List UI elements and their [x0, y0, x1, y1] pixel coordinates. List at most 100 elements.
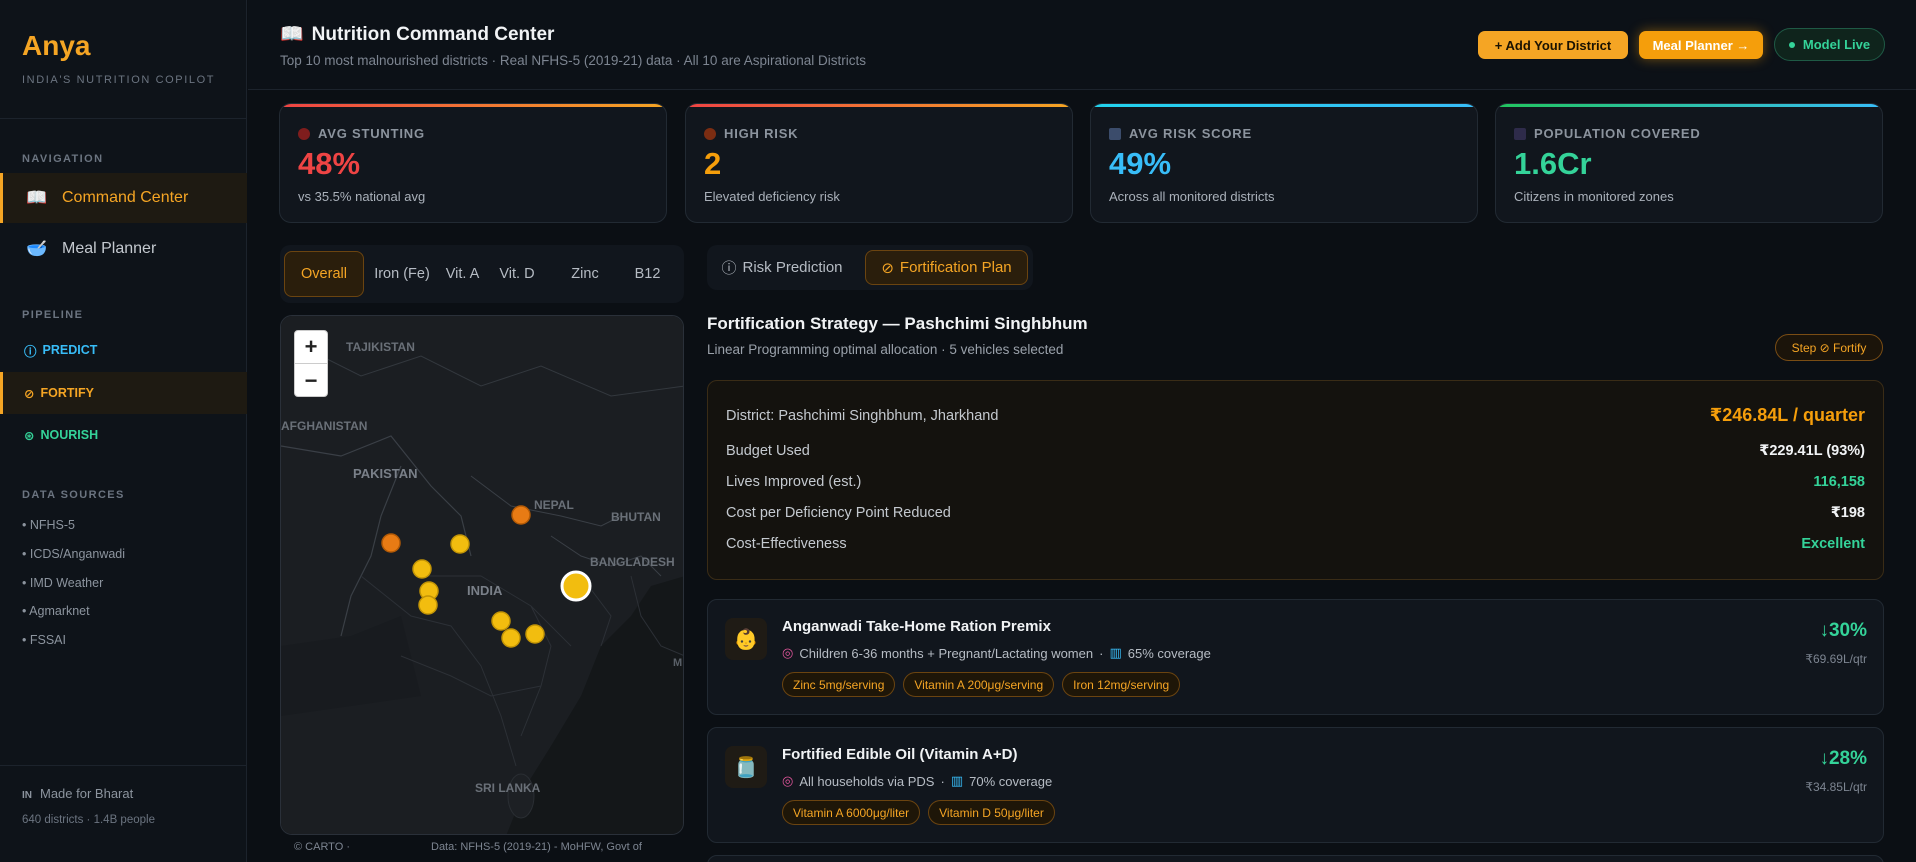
district-marker[interactable] [511, 505, 531, 525]
coverage-stats: 640 districts · 1.4B people [22, 814, 155, 826]
add-district-button[interactable]: + Add Your District [1478, 31, 1628, 59]
summary-key: Cost per Deficiency Point Reduced [726, 505, 951, 521]
stat-caption: vs 35.5% national avg [298, 189, 426, 204]
info-icon: ⓘ [721, 260, 737, 277]
bowl-icon: 🥣 [26, 239, 48, 258]
nutrient-tag: Vitamin A 200μg/serving [903, 672, 1055, 697]
india-flag-icon: IN [22, 790, 32, 801]
pipeline-section-title: PIPELINE [22, 309, 84, 321]
vehicle-target: All households via PDS [799, 773, 935, 789]
district-marker[interactable] [418, 595, 438, 615]
summary-key: Budget Used [726, 443, 810, 459]
summary-row: Cost per Deficiency Point Reduced ₹198 [726, 505, 1865, 521]
sources-section-title: DATA SOURCES [22, 489, 125, 501]
pipeline-item-fortify[interactable]: ⊘ FORTIFY [0, 372, 247, 414]
stat-caption: Citizens in monitored zones [1514, 189, 1674, 204]
stat-value: 48% [298, 146, 361, 181]
summary-row-district: District: Pashchimi Singhbhum, Jharkhand… [726, 405, 1865, 426]
nutrient-tags: Vitamin A 6000μg/liter Vitamin D 50μg/li… [782, 800, 1055, 825]
district-map[interactable]: TAJIKISTAN AFGHANISTAN PAKISTAN NEPAL BH… [280, 315, 684, 835]
district-marker[interactable] [450, 534, 470, 554]
tab-vitamin-a[interactable]: Vit. A [440, 251, 485, 297]
chart-icon [1109, 127, 1121, 140]
district-marker[interactable] [525, 624, 545, 644]
nutrient-tag: Vitamin A 6000μg/liter [782, 800, 921, 825]
leaf-icon: ⊛ [24, 428, 35, 443]
tab-iron[interactable]: Iron (Fe) [372, 251, 432, 297]
sidebar-footer-divider [0, 765, 246, 766]
tab-overall[interactable]: Overall [284, 251, 364, 297]
pipeline-item-predict[interactable]: ⓘ PREDICT [0, 329, 247, 371]
tab-zinc[interactable]: Zinc [560, 251, 610, 297]
shield-icon: ⊘ [881, 259, 894, 277]
page-title-text: Nutrition Command Center [311, 24, 555, 45]
vehicle-card-partial[interactable] [707, 855, 1884, 862]
district-marker[interactable] [412, 559, 432, 579]
model-live-label: Model Live [1802, 37, 1871, 52]
zoom-in-button[interactable]: + [295, 331, 327, 364]
tab-vitamin-d[interactable]: Vit. D [492, 251, 542, 297]
stat-card-stunting: AVG STUNTING 48% vs 35.5% national avg [279, 103, 667, 223]
summary-row: Budget Used ₹229.41L (93%) [726, 443, 1865, 459]
summary-row: Lives Improved (est.) 116,158 [726, 474, 1865, 490]
vehicle-card[interactable]: 👶 Anganwadi Take-Home Ration Premix ◎ Ch… [707, 599, 1884, 715]
sidebar: Anya INDIA'S NUTRITION COPILOT NAVIGATIO… [0, 0, 247, 862]
separator: · [1099, 645, 1104, 661]
tab-b12[interactable]: B12 [620, 251, 675, 297]
map-canvas: TAJIKISTAN AFGHANISTAN PAKISTAN NEPAL BH… [281, 316, 683, 834]
district-marker[interactable] [501, 628, 521, 648]
step-badge: Step ⊘ Fortify [1775, 334, 1883, 361]
map-label: SRI LANKA [475, 781, 541, 795]
selected-district-marker[interactable] [560, 570, 592, 602]
top-header: 📖 Nutrition Command Center Top 10 most ma… [248, 0, 1916, 90]
vehicle-cost: ₹34.85L/qtr [1805, 780, 1867, 794]
separator: · [940, 773, 945, 789]
bar-chart-icon: ▥ [950, 773, 964, 788]
vehicle-meta: ◎ Children 6-36 months + Pregnant/Lactat… [782, 645, 1211, 661]
stat-card-population: POPULATION COVERED 1.6Cr Citizens in mon… [1495, 103, 1883, 223]
zoom-controls: + − [294, 330, 328, 397]
district-marker[interactable] [491, 611, 511, 631]
zoom-out-button[interactable]: − [295, 364, 327, 396]
sidebar-item-meal-planner[interactable]: 🥣 Meal Planner [0, 224, 247, 274]
vehicle-card[interactable]: 🫙 Fortified Edible Oil (Vitamin A+D) ◎ A… [707, 727, 1884, 843]
district-marker[interactable] [381, 533, 401, 553]
stat-caption: Across all monitored districts [1109, 189, 1275, 204]
card-accent-bar [686, 104, 1072, 107]
made-for-label: Made for Bharat [40, 786, 134, 801]
data-source-item: • NFHS-5 [22, 518, 75, 532]
tab-fortification-plan[interactable]: ⊘ Fortification Plan [865, 250, 1028, 285]
card-accent-bar [280, 104, 666, 107]
pipeline-item-nourish[interactable]: ⊛ NOURISH [0, 414, 247, 456]
data-source-item: • Agmarknet [22, 604, 90, 618]
deficiency-reduction: ↓28% [1819, 748, 1867, 769]
fortification-title: Fortification Strategy — Pashchimi Singh… [707, 314, 1088, 333]
summary-value: ₹198 [1830, 505, 1865, 521]
map-label: NEPAL [534, 498, 574, 512]
brand-tagline: INDIA'S NUTRITION COPILOT [22, 74, 216, 86]
status-dot-icon [1788, 41, 1795, 48]
summary-key: Cost-Effectiveness [726, 536, 847, 552]
map-icon: 📖 [26, 188, 48, 207]
map-attribution-carto[interactable]: © CARTO · [294, 841, 350, 853]
stat-label: HIGH RISK [704, 126, 798, 141]
baby-icon: 👶 [725, 618, 767, 660]
nutrient-tag: Zinc 5mg/serving [782, 672, 896, 697]
brand-logo[interactable]: Anya [22, 30, 90, 62]
vehicle-name: Fortified Edible Oil (Vitamin A+D) [782, 746, 1018, 763]
tab-risk-prediction[interactable]: ⓘ Risk Prediction [717, 250, 847, 285]
data-source-item: • IMD Weather [22, 576, 104, 590]
tab-label: Risk Prediction [742, 259, 843, 276]
pipeline-label: NOURISH [40, 428, 99, 442]
stat-label: AVG RISK SCORE [1109, 126, 1252, 141]
quarterly-total: ₹246.84L / quarter [1709, 405, 1865, 425]
map-label: INDIA [467, 583, 503, 598]
map-icon: 📖 [280, 24, 304, 45]
meal-planner-button[interactable]: Meal Planner → [1639, 31, 1763, 59]
fortification-subtitle: Linear Programming optimal allocation · … [707, 342, 1064, 357]
info-icon: ⓘ [24, 344, 37, 359]
orange-dot-icon [704, 127, 716, 140]
sidebar-item-command-center[interactable]: 📖 Command Center [0, 173, 247, 223]
page-subtitle: Top 10 most malnourished districts · Rea… [280, 53, 866, 68]
summary-key: Lives Improved (est.) [726, 474, 862, 490]
